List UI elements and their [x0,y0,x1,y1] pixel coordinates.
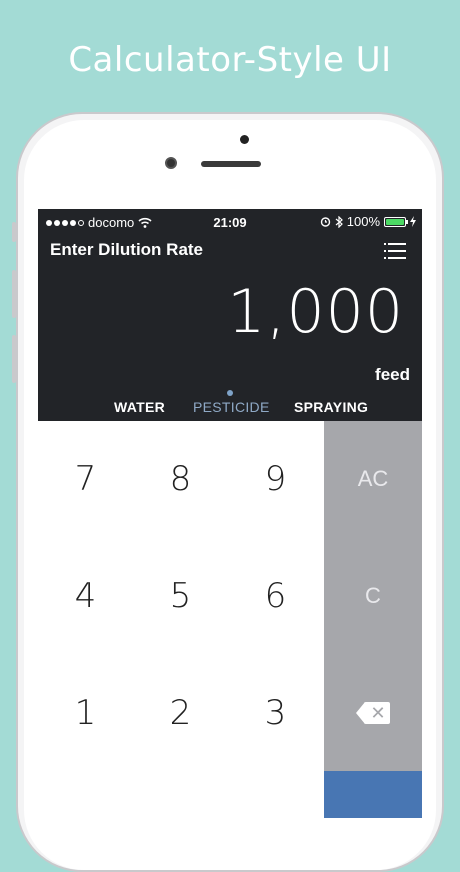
key-3[interactable]: 3 [228,655,323,771]
app-screen: docomo 21:09 100% Enter Dilution Rate 1,… [38,209,422,818]
key-1[interactable]: 1 [38,655,133,771]
alarm-icon [320,217,330,227]
key-7[interactable]: 7 [38,421,133,537]
sensor-dot [240,135,249,144]
volume-down-button [12,335,16,383]
all-clear-button[interactable]: AC [324,421,422,537]
active-tab-indicator [227,390,233,396]
mute-switch [12,222,16,242]
bluetooth-icon [335,215,343,228]
tab-water[interactable]: WATER [114,399,165,415]
confirm-button[interactable] [324,771,422,818]
key-5[interactable]: 5 [133,538,228,654]
backspace-icon: ✕ [356,702,390,724]
earpiece-speaker [201,161,261,167]
keypad: 7 8 9 4 5 6 1 2 3 AC C ✕ [38,421,422,818]
charging-icon [410,216,416,227]
clear-button[interactable]: C [324,538,422,654]
mode-tabs: WATER PESTICIDE SPRAYING [38,399,422,421]
battery-icon [384,216,408,227]
page-title: Enter Dilution Rate [50,240,204,259]
promo-headline: Calculator-Style UI [68,40,392,80]
key-9[interactable]: 9 [228,421,323,537]
key-2[interactable]: 2 [133,655,228,771]
display-value: 1,000 [227,277,404,347]
backspace-button[interactable]: ✕ [324,655,422,771]
status-right-group: 100% [320,214,416,229]
status-bar: docomo 21:09 100% [38,209,422,235]
tab-spraying[interactable]: SPRAYING [294,399,368,415]
battery-percent: 100% [346,214,380,229]
key-8[interactable]: 8 [133,421,228,537]
volume-up-button [12,270,16,318]
title-bar: Enter Dilution Rate [38,237,422,267]
key-4[interactable]: 4 [38,538,133,654]
menu-list-icon[interactable] [384,243,406,259]
key-6[interactable]: 6 [228,538,323,654]
front-camera [165,157,177,169]
unit-label: feed [375,365,410,384]
tab-pesticide[interactable]: PESTICIDE [193,399,270,415]
